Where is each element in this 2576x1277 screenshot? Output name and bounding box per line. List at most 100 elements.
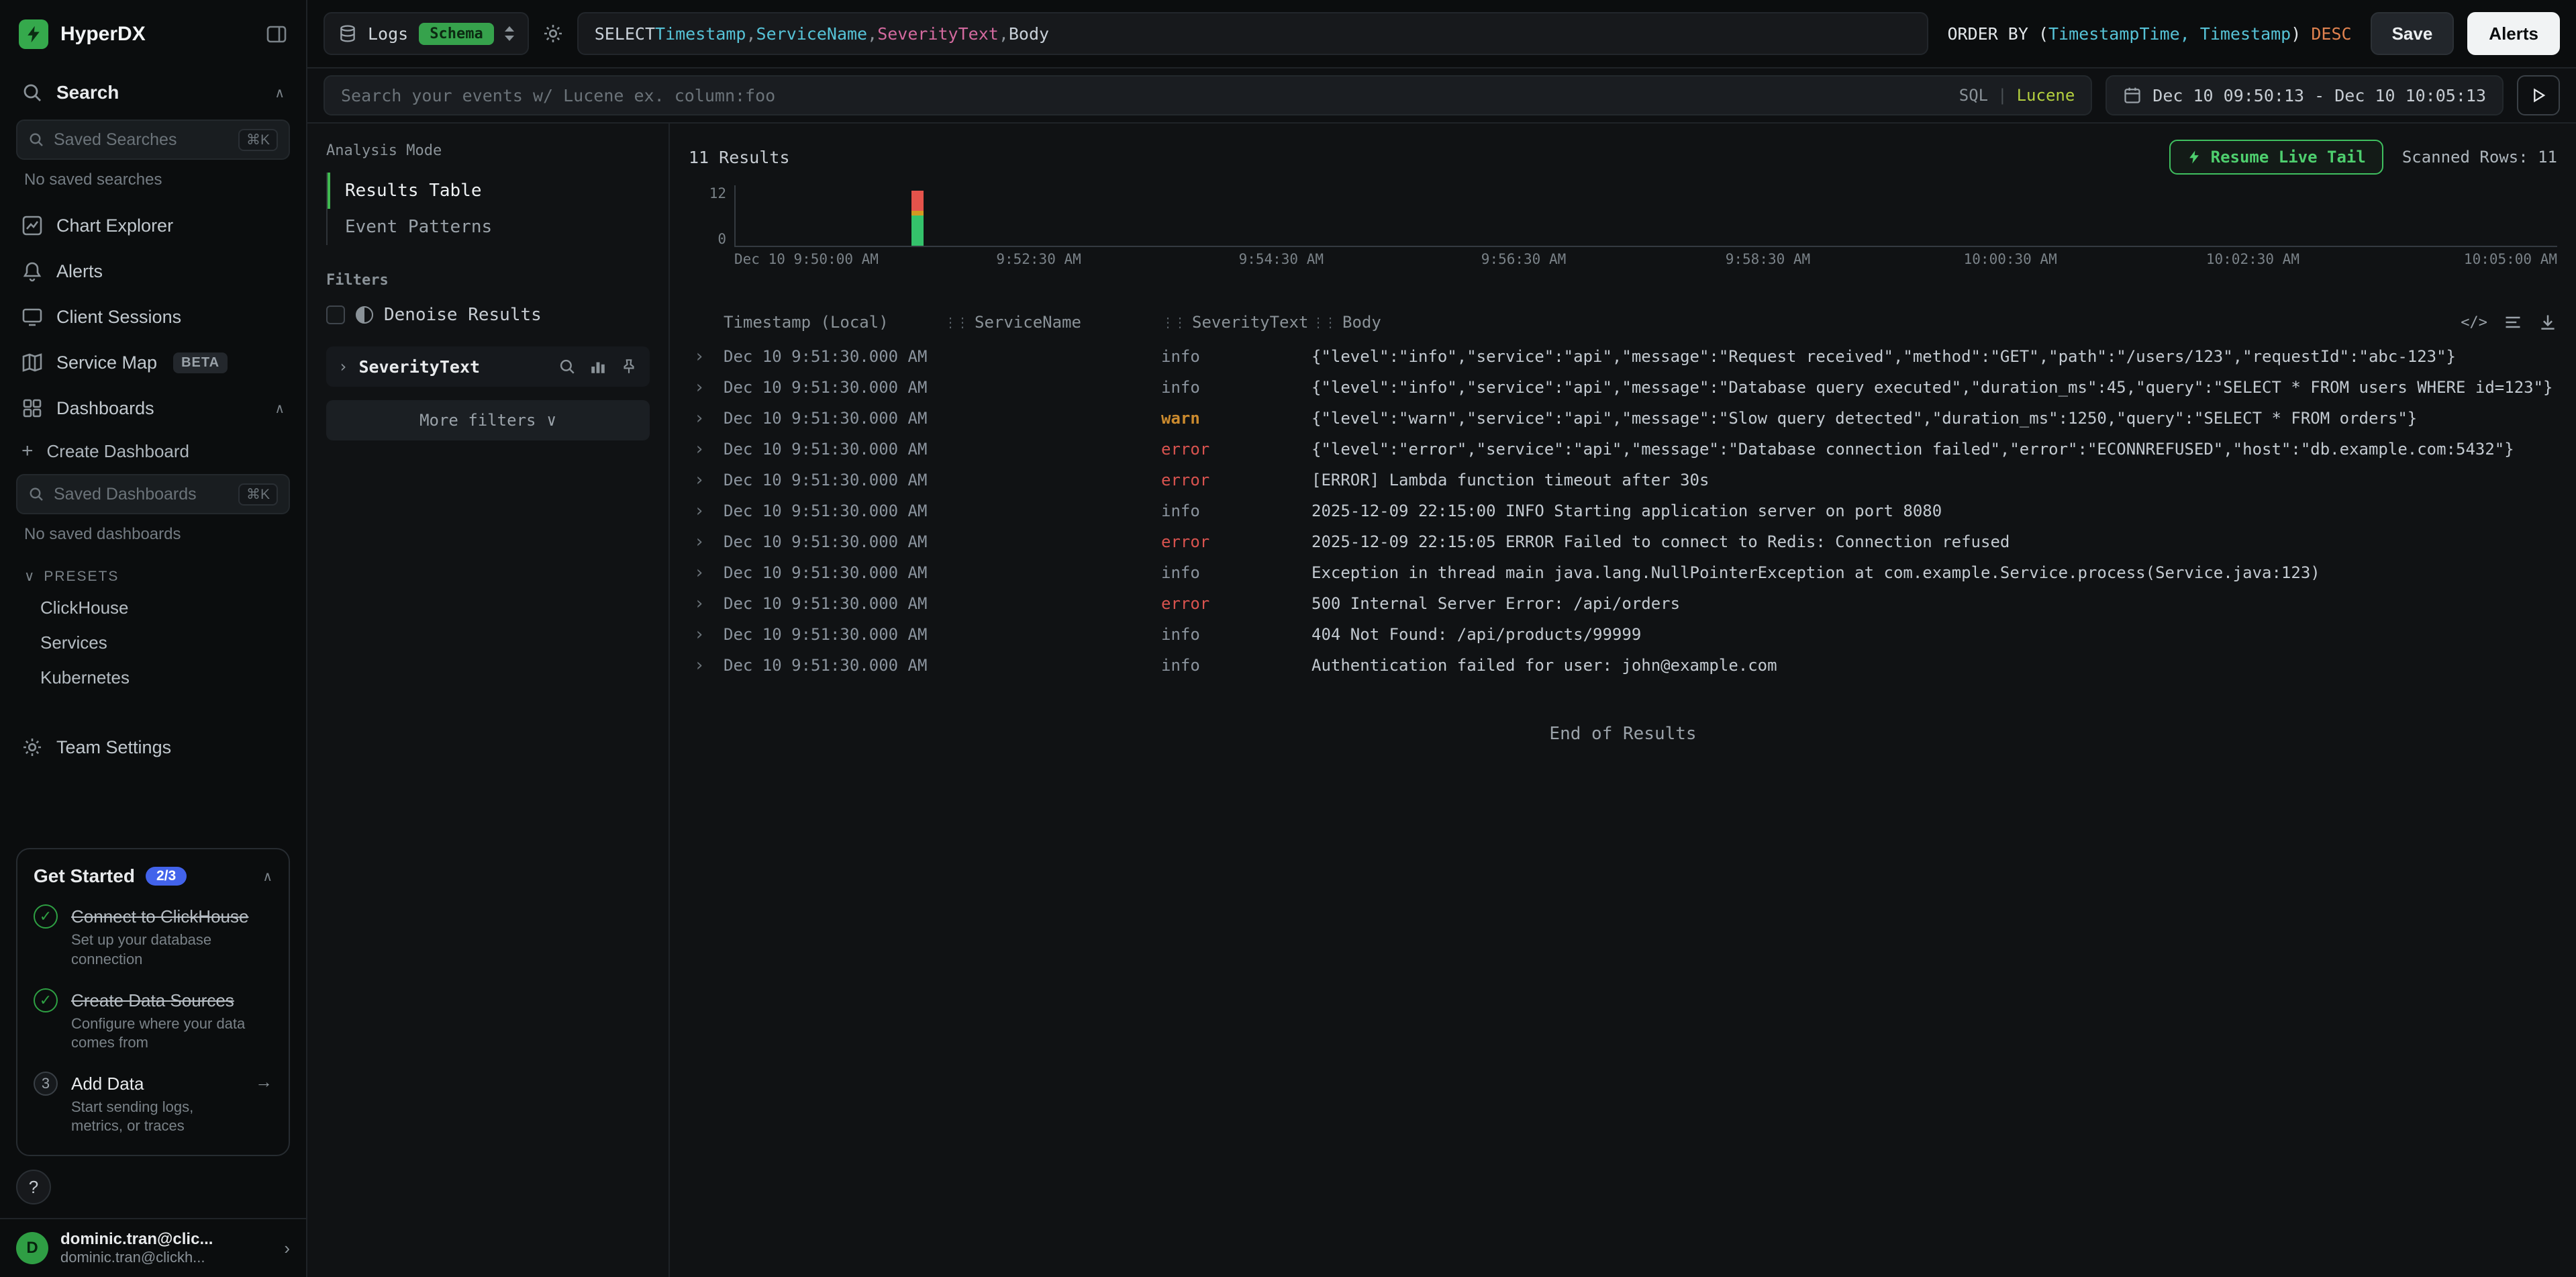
get-started-step-add-data[interactable]: 3 Add Data Start sending logs, metrics, … [34, 1070, 273, 1136]
preset-clickhouse[interactable]: ClickHouse [0, 590, 306, 625]
avatar: D [16, 1232, 48, 1264]
table-row[interactable]: ›Dec 10 9:51:30.000 AMerror2025-12-09 22… [689, 526, 2557, 557]
table-row[interactable]: ›Dec 10 9:51:30.000 AMinfoAuthentication… [689, 650, 2557, 681]
row-expand-icon[interactable]: › [689, 439, 724, 459]
saved-searches-input[interactable]: ⌘K [16, 120, 290, 160]
resume-live-tail-button[interactable]: Resume Live Tail [2169, 140, 2383, 175]
table-row[interactable]: ›Dec 10 9:51:30.000 AMinfo404 Not Found:… [689, 619, 2557, 650]
download-icon[interactable] [2538, 313, 2557, 332]
sidebar-item-service-map[interactable]: Service Map BETA [0, 340, 306, 385]
row-expand-icon[interactable]: › [689, 377, 724, 397]
column-header-body[interactable]: ⋮⋮Body [1311, 313, 2557, 332]
denoise-results-toggle[interactable]: Denoise Results [326, 305, 650, 325]
alerts-button[interactable]: Alerts [2467, 12, 2560, 55]
results-section: 11 Results Resume Live Tail Scanned Rows… [670, 124, 2576, 1277]
sidebar-item-team-settings[interactable]: Team Settings [0, 724, 306, 770]
drag-grip-icon[interactable]: ⋮⋮ [1311, 314, 1336, 330]
row-density-icon[interactable] [2504, 313, 2522, 332]
facet-name: SeverityText [358, 357, 548, 377]
row-expand-icon[interactable]: › [689, 408, 724, 428]
row-severity: error [1161, 532, 1311, 551]
table-row[interactable]: ›Dec 10 9:51:30.000 AMinfo{"level":"info… [689, 372, 2557, 403]
nav-label: Team Settings [56, 737, 171, 758]
row-expand-icon[interactable]: › [689, 501, 724, 521]
table-row[interactable]: ›Dec 10 9:51:30.000 AMinfo2025-12-09 22:… [689, 495, 2557, 526]
chevron-up-icon[interactable]: ∧ [262, 868, 273, 885]
user-menu[interactable]: D dominic.tran@clic... dominic.tran@clic… [0, 1218, 306, 1277]
help-button[interactable]: ? [16, 1170, 51, 1204]
no-saved-dashboards-text: No saved dashboards [0, 522, 306, 557]
sidebar-item-alerts[interactable]: Alerts [0, 248, 306, 294]
create-dashboard-button[interactable]: + Create Dashboard [0, 431, 306, 471]
row-expand-icon[interactable]: › [689, 655, 724, 675]
preset-services[interactable]: Services [0, 625, 306, 660]
get-started-header[interactable]: Get Started 2/3 ∧ [34, 865, 273, 887]
histogram-bar[interactable] [911, 191, 924, 246]
sidebar-item-chart-explorer[interactable]: Chart Explorer [0, 203, 306, 248]
source-selector[interactable]: Logs Schema [324, 12, 529, 55]
sidebar-header: HyperDX [0, 0, 306, 68]
date-range-picker[interactable]: Dec 10 09:50:13 - Dec 10 10:05:13 [2106, 75, 2504, 115]
saved-searches-field[interactable] [54, 130, 229, 150]
presets-toggle[interactable]: ∨ PRESETS [0, 557, 306, 590]
row-timestamp: Dec 10 9:51:30.000 AM [724, 502, 944, 520]
drag-grip-icon[interactable]: ⋮⋮ [944, 314, 968, 330]
sidebar-item-search[interactable]: Search ∧ [0, 68, 306, 117]
row-expand-icon[interactable]: › [689, 532, 724, 552]
facet-search-icon[interactable] [558, 358, 576, 375]
mode-sql[interactable]: SQL [1959, 86, 1988, 105]
get-started-step-sources[interactable]: ✓ Create Data Sources Configure where yo… [34, 987, 273, 1053]
mode-results-table[interactable]: Results Table [328, 173, 650, 209]
get-started-step-connect[interactable]: ✓ Connect to ClickHouse Set up your data… [34, 903, 273, 969]
row-body: [ERROR] Lambda function timeout after 30… [1311, 471, 2557, 489]
saved-dashboards-field[interactable] [54, 485, 229, 504]
chevron-right-icon[interactable]: › [338, 357, 348, 376]
event-search-field[interactable] [341, 86, 1946, 105]
facet-chart-icon[interactable] [589, 358, 607, 375]
table-row[interactable]: ›Dec 10 9:51:30.000 AMerror500 Internal … [689, 588, 2557, 619]
sql-select-input[interactable]: SELECT Timestamp,ServiceName,SeverityTex… [577, 12, 1929, 55]
save-button[interactable]: Save [2371, 12, 2455, 55]
sidebar-item-dashboards[interactable]: Dashboards ∧ [0, 385, 306, 431]
event-search-input[interactable]: SQL | Lucene [324, 75, 2092, 115]
column-header-timestamp[interactable]: Timestamp (Local) [724, 313, 944, 332]
chart-y-axis: 12 0 [689, 185, 734, 247]
chevron-up-icon[interactable]: ∧ [275, 85, 285, 101]
table-row[interactable]: ›Dec 10 9:51:30.000 AMinfo{"level":"info… [689, 341, 2557, 372]
mode-lucene[interactable]: Lucene [2017, 86, 2075, 105]
drag-grip-icon[interactable]: ⋮⋮ [1161, 314, 1185, 330]
source-settings-gear-icon[interactable] [542, 23, 564, 44]
sidebar-item-client-sessions[interactable]: Client Sessions [0, 294, 306, 340]
row-timestamp: Dec 10 9:51:30.000 AM [724, 656, 944, 675]
row-severity: info [1161, 625, 1311, 644]
order-by-clause[interactable]: ORDER BY (TimestampTime, Timestamp) DESC [1942, 24, 2357, 44]
table-row[interactable]: ›Dec 10 9:51:30.000 AMinfoException in t… [689, 557, 2557, 588]
row-expand-icon[interactable]: › [689, 594, 724, 614]
step-desc: Start sending logs, metrics, or traces [71, 1098, 242, 1136]
table-row[interactable]: ›Dec 10 9:51:30.000 AMerror[ERROR] Lambd… [689, 465, 2557, 495]
run-query-button[interactable] [2517, 75, 2560, 115]
analysis-mode-title: Analysis Mode [326, 142, 650, 159]
saved-dashboards-input[interactable]: ⌘K [16, 474, 290, 514]
get-started-title: Get Started [34, 865, 135, 887]
table-row[interactable]: ›Dec 10 9:51:30.000 AMwarn{"level":"warn… [689, 403, 2557, 434]
table-row[interactable]: ›Dec 10 9:51:30.000 AMerror{"level":"err… [689, 434, 2557, 465]
facet-pin-icon[interactable] [620, 358, 638, 375]
sidebar: HyperDX Search ∧ ⌘K No saved searches Ch [0, 0, 307, 1277]
denoise-checkbox[interactable] [326, 305, 345, 324]
chevron-up-icon[interactable]: ∧ [275, 400, 285, 417]
code-view-icon[interactable]: </> [2461, 314, 2487, 331]
row-severity: error [1161, 471, 1311, 489]
column-header-severitytext[interactable]: ⋮⋮SeverityText [1161, 313, 1311, 332]
mode-event-patterns[interactable]: Event Patterns [328, 209, 650, 245]
sidebar-collapse-icon[interactable] [266, 23, 287, 45]
more-filters-button[interactable]: More filters ∨ [326, 400, 650, 440]
row-expand-icon[interactable]: › [689, 346, 724, 367]
row-expand-icon[interactable]: › [689, 624, 724, 645]
facet-severitytext[interactable]: › SeverityText [326, 346, 650, 387]
column-header-servicename[interactable]: ⋮⋮ServiceName [944, 313, 1161, 332]
row-expand-icon[interactable]: › [689, 563, 724, 583]
preset-kubernetes[interactable]: Kubernetes [0, 660, 306, 695]
row-expand-icon[interactable]: › [689, 470, 724, 490]
row-severity: info [1161, 378, 1311, 397]
